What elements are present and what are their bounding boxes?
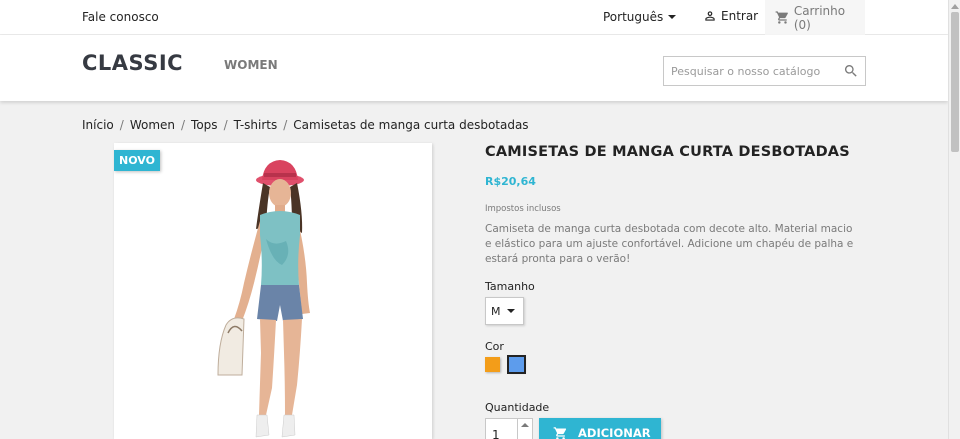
caret-down-icon: [668, 15, 677, 19]
user-icon: [705, 11, 715, 21]
breadcrumb-separator: /: [181, 118, 186, 132]
breadcrumb-item-women[interactable]: Women: [130, 118, 175, 132]
product-photo: [217, 160, 310, 438]
scroll-up-arrow-icon[interactable]: [951, 4, 959, 9]
product-image[interactable]: NOVO: [114, 143, 432, 439]
signin-label: Entrar: [721, 9, 759, 23]
breadcrumb-separator: /: [119, 118, 124, 132]
color-swatch-orange[interactable]: [485, 357, 500, 372]
breadcrumb-separator: /: [283, 118, 288, 132]
tax-note: Impostos inclusos: [485, 204, 561, 214]
size-select[interactable]: M: [485, 297, 524, 325]
add-to-cart-button[interactable]: ADICIONAR: [539, 418, 661, 439]
logo[interactable]: CLASSIC: [82, 51, 183, 75]
color-label: Cor: [485, 340, 504, 353]
contact-link[interactable]: Fale conosco: [82, 10, 159, 24]
new-badge: NOVO: [114, 150, 160, 171]
product-title: CAMISETAS DE MANGA CURTA DESBOTADAS: [485, 144, 850, 160]
search-icon[interactable]: [843, 63, 859, 79]
site-header: CLASSIC WOMEN: [0, 35, 948, 101]
breadcrumb-separator: /: [223, 118, 228, 132]
cart-icon: [553, 426, 567, 439]
language-label: Português: [603, 10, 664, 24]
cart-icon: [775, 11, 788, 24]
quantity-spin-buttons[interactable]: [517, 419, 532, 439]
cart-label: Carrinho (0): [793, 3, 846, 32]
page-scrollbar[interactable]: [948, 0, 960, 439]
product-price: R$20,64: [485, 175, 536, 188]
menu-item-women[interactable]: WOMEN: [224, 58, 278, 72]
quantity-stepper[interactable]: 1: [485, 418, 533, 439]
color-swatch-blue[interactable]: [507, 355, 526, 374]
cart-button[interactable]: Carrinho (0): [765, 0, 865, 35]
search-input[interactable]: [664, 57, 834, 85]
signin-link[interactable]: Entrar: [703, 9, 758, 23]
add-to-cart-label: ADICIONAR: [578, 426, 651, 439]
top-nav: Fale conosco Português Entrar Carrinho (…: [0, 0, 948, 35]
caret-down-icon: [506, 309, 515, 313]
size-value: M: [491, 304, 501, 318]
product-description: Camiseta de manga curta desbotada com de…: [485, 223, 854, 265]
breadcrumb: Início / Women / Tops / T-shirts / Camis…: [82, 118, 529, 132]
quantity-label: Quantidade: [485, 401, 550, 414]
language-selector[interactable]: Português: [603, 10, 677, 24]
size-label: Tamanho: [485, 280, 535, 293]
breadcrumb-item-home[interactable]: Início: [82, 118, 114, 132]
breadcrumb-item-tops[interactable]: Tops: [191, 118, 218, 132]
scrollbar-thumb[interactable]: [951, 12, 959, 152]
breadcrumb-item-current: Camisetas de manga curta desbotadas: [293, 118, 529, 132]
quantity-value: 1: [492, 428, 500, 439]
breadcrumb-item-tshirts[interactable]: T-shirts: [234, 118, 278, 132]
chevron-up-icon: [521, 423, 529, 427]
search-box: [663, 56, 866, 86]
